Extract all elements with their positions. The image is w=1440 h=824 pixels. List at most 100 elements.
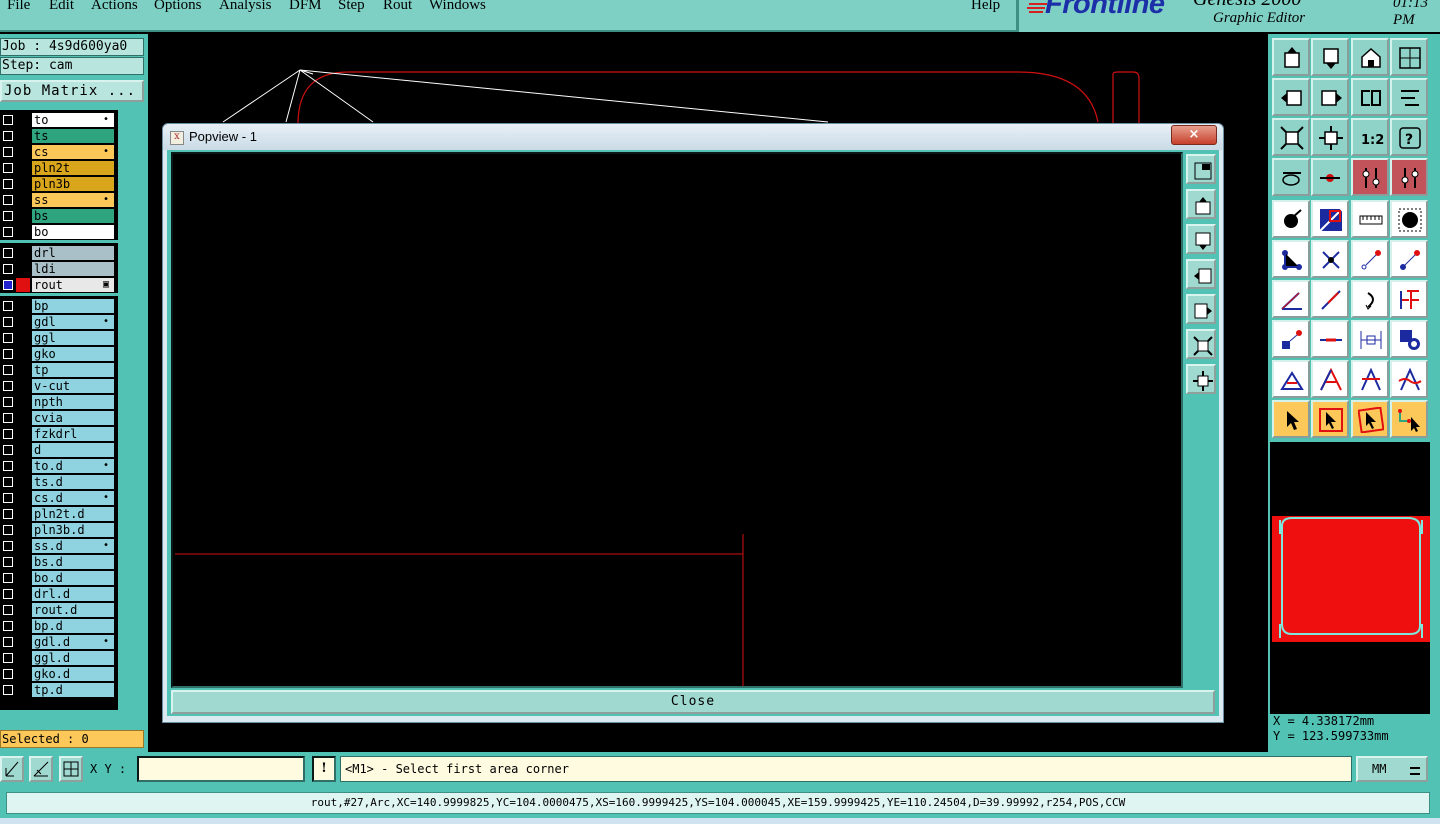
menu-analysis[interactable]: Analysis bbox=[219, 0, 272, 14]
angle-tool-button[interactable] bbox=[1272, 280, 1310, 318]
layer-row-ldi[interactable]: ldi bbox=[0, 261, 118, 277]
cross-tool-button[interactable] bbox=[1311, 240, 1349, 278]
popview-canvas[interactable] bbox=[171, 152, 1183, 688]
layer-name[interactable]: bo.d bbox=[32, 571, 114, 585]
layer-checkbox[interactable] bbox=[3, 605, 13, 615]
layer-row-bs[interactable]: bs bbox=[0, 208, 118, 224]
layer-row-d[interactable]: d bbox=[0, 442, 118, 458]
text-a-tool-button[interactable] bbox=[1311, 360, 1349, 398]
arrow-node-tool-button[interactable] bbox=[1351, 240, 1389, 278]
layer-checkbox[interactable] bbox=[3, 429, 13, 439]
layer-name[interactable]: v-cut bbox=[32, 379, 114, 393]
zoom-center-tool-button[interactable] bbox=[1311, 118, 1349, 156]
snap-tool-button[interactable] bbox=[1390, 78, 1428, 116]
move-right-tool-button[interactable] bbox=[1311, 78, 1349, 116]
layer-name[interactable]: pln3b.d bbox=[32, 523, 114, 537]
select-arrow-tool-button[interactable] bbox=[1272, 400, 1310, 438]
move-down-tool-button[interactable] bbox=[1311, 38, 1349, 76]
move-down-button[interactable] bbox=[1186, 224, 1216, 254]
job-matrix-button[interactable]: Job Matrix ... bbox=[0, 80, 144, 102]
layer-row-drl-d[interactable]: drl.d bbox=[0, 586, 118, 602]
layer-row-gdl-d[interactable]: gdl.d • bbox=[0, 634, 118, 650]
line-select-tool-button[interactable] bbox=[1311, 200, 1349, 238]
rotate-tool-button[interactable] bbox=[1351, 78, 1389, 116]
net-tool-button[interactable] bbox=[1272, 240, 1310, 278]
layer-name[interactable]: to.d • bbox=[32, 459, 114, 473]
text-a-wave-tool-button[interactable] bbox=[1390, 360, 1428, 398]
layer-name[interactable]: pln2t.d bbox=[32, 507, 114, 521]
layer-checkbox[interactable] bbox=[3, 525, 13, 535]
layer-name[interactable]: rout.d bbox=[32, 603, 114, 617]
curve-tool-button[interactable] bbox=[1351, 280, 1389, 318]
layer-checkbox[interactable] bbox=[3, 381, 13, 391]
layer-row-bs-d[interactable]: bs.d bbox=[0, 554, 118, 570]
close-button[interactable]: Close bbox=[171, 690, 1215, 714]
layer-name[interactable]: ts bbox=[32, 129, 114, 143]
layer-name[interactable]: pln3b bbox=[32, 177, 114, 191]
layer-row-ss-d[interactable]: ss.d • bbox=[0, 538, 118, 554]
zoom-out-button[interactable] bbox=[1186, 329, 1216, 359]
menu-file[interactable]: File bbox=[7, 0, 30, 14]
popview-titlebar[interactable]: x Popview - 1 × bbox=[163, 124, 1223, 150]
move-left-tool-button[interactable] bbox=[1272, 78, 1310, 116]
move-up-tool-button[interactable] bbox=[1272, 38, 1310, 76]
help-tool-button[interactable]: ? bbox=[1390, 118, 1428, 156]
layer-checkbox[interactable] bbox=[3, 397, 13, 407]
layer-checkbox[interactable] bbox=[3, 317, 13, 327]
layer-checkbox[interactable] bbox=[3, 653, 13, 663]
layer-name[interactable]: npth bbox=[32, 395, 114, 409]
layer-checkbox[interactable] bbox=[3, 365, 13, 375]
text-a-bar-tool-button[interactable] bbox=[1351, 360, 1389, 398]
layer-name[interactable]: cs.d • bbox=[32, 491, 114, 505]
layer-row-pln3b-d[interactable]: pln3b.d bbox=[0, 522, 118, 538]
layer-checkbox[interactable] bbox=[3, 248, 13, 258]
select-arrow-alt-tool-button[interactable] bbox=[1351, 400, 1389, 438]
menu-options[interactable]: Options bbox=[154, 0, 202, 14]
layer-row-fzkdrl[interactable]: fzkdrl bbox=[0, 426, 118, 442]
layer-row-rout[interactable]: rout ▣ bbox=[0, 277, 118, 293]
layer-checkbox[interactable] bbox=[3, 131, 13, 141]
layer-name[interactable]: d bbox=[32, 443, 114, 457]
triangle-tool-button[interactable] bbox=[1272, 360, 1310, 398]
layer-checkbox[interactable] bbox=[3, 211, 13, 221]
layer-row-gdl[interactable]: gdl • bbox=[0, 314, 118, 330]
menu-actions[interactable]: Actions bbox=[91, 0, 138, 14]
layer-checkbox[interactable] bbox=[3, 589, 13, 599]
menu-windows[interactable]: Windows bbox=[429, 0, 486, 14]
layer-row-tp-d[interactable]: tp.d bbox=[0, 682, 118, 698]
layer-checkbox[interactable] bbox=[3, 621, 13, 631]
line-h-tool-button[interactable] bbox=[1311, 320, 1349, 358]
menu-help[interactable]: Help bbox=[971, 0, 1000, 14]
layer-row-v-cut[interactable]: v-cut bbox=[0, 378, 118, 394]
layer-row-cs[interactable]: cs • bbox=[0, 144, 118, 160]
layer-name[interactable]: gdl • bbox=[32, 315, 114, 329]
layer-name[interactable]: ldi bbox=[32, 262, 114, 276]
layer-name[interactable]: ggl bbox=[32, 331, 114, 345]
layer-checkbox[interactable] bbox=[3, 573, 13, 583]
layer-row-ggl[interactable]: ggl bbox=[0, 330, 118, 346]
menu-dfm[interactable]: DFM bbox=[289, 0, 322, 14]
select-route-tool-button[interactable] bbox=[1390, 400, 1428, 438]
grid-mode-button[interactable] bbox=[59, 756, 83, 782]
layer-row-gko-d[interactable]: gko.d bbox=[0, 666, 118, 682]
layer-name[interactable]: ggl.d bbox=[32, 651, 114, 665]
layer-row-gko[interactable]: gko bbox=[0, 346, 118, 362]
layer-checkbox[interactable] bbox=[3, 685, 13, 695]
layer-checkbox[interactable] bbox=[3, 301, 13, 311]
layer-checkbox[interactable] bbox=[3, 115, 13, 125]
layer-name[interactable]: cs • bbox=[32, 145, 114, 159]
layer-row-rout-d[interactable]: rout.d bbox=[0, 602, 118, 618]
layer-name[interactable]: tp.d bbox=[32, 683, 114, 697]
layer-name[interactable]: drl.d bbox=[32, 587, 114, 601]
layer-row-drl[interactable]: drl bbox=[0, 245, 118, 261]
layer-name[interactable]: rout ▣ bbox=[32, 278, 114, 292]
layer-name[interactable]: bs.d bbox=[32, 555, 114, 569]
layer-checkbox[interactable] bbox=[3, 477, 13, 487]
move-left-button[interactable] bbox=[1186, 259, 1216, 289]
scale-1-2-tool-button[interactable]: 1:2 bbox=[1351, 118, 1389, 156]
layer-checkbox[interactable] bbox=[3, 195, 13, 205]
layer-checkbox[interactable] bbox=[3, 541, 13, 551]
layer-name[interactable]: ss.d • bbox=[32, 539, 114, 553]
measure-tool-tool-button[interactable] bbox=[1272, 158, 1310, 196]
layer-name[interactable]: cvia bbox=[32, 411, 114, 425]
